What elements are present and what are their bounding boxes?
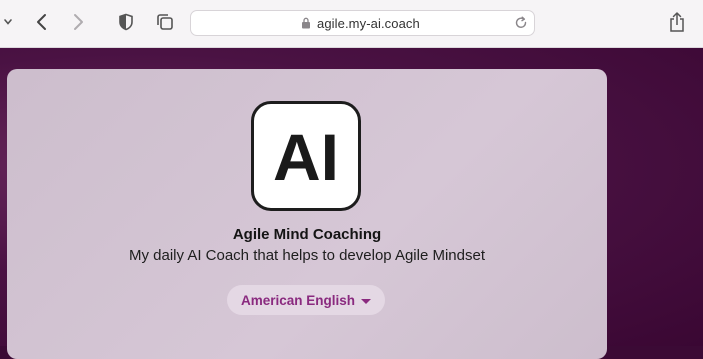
share-button[interactable] <box>665 10 689 34</box>
tabs-icon <box>157 14 173 30</box>
reload-icon[interactable] <box>514 16 528 30</box>
back-button[interactable] <box>30 10 54 34</box>
lock-icon <box>302 17 310 29</box>
caret-down-icon <box>361 298 372 304</box>
language-selector-label: American English <box>240 292 356 308</box>
chevron-left-icon <box>37 14 46 30</box>
browser-toolbar: agile.my-ai.coach <box>0 0 703 48</box>
welcome-card: AI Agile Mind Coaching My daily AI Coach… <box>7 69 607 359</box>
privacy-shield-button[interactable] <box>114 10 138 34</box>
app-title: Agile Mind Coaching <box>232 226 382 243</box>
share-icon <box>670 12 684 32</box>
forward-button[interactable] <box>66 10 90 34</box>
address-bar[interactable]: agile.my-ai.coach <box>190 10 535 36</box>
app-logo: AI <box>251 101 361 211</box>
chevron-right-icon <box>74 14 83 30</box>
language-selector[interactable]: American English <box>227 285 385 315</box>
svg-text:AI: AI <box>273 120 339 192</box>
ai-logo-icon: AI <box>272 120 340 192</box>
sidebar-dropdown-icon[interactable] <box>0 10 16 34</box>
app-subtitle: My daily AI Coach that helps to develop … <box>128 247 486 264</box>
shield-icon <box>119 13 133 31</box>
tabs-overview-button[interactable] <box>153 10 177 34</box>
address-text: agile.my-ai.coach <box>317 16 420 31</box>
